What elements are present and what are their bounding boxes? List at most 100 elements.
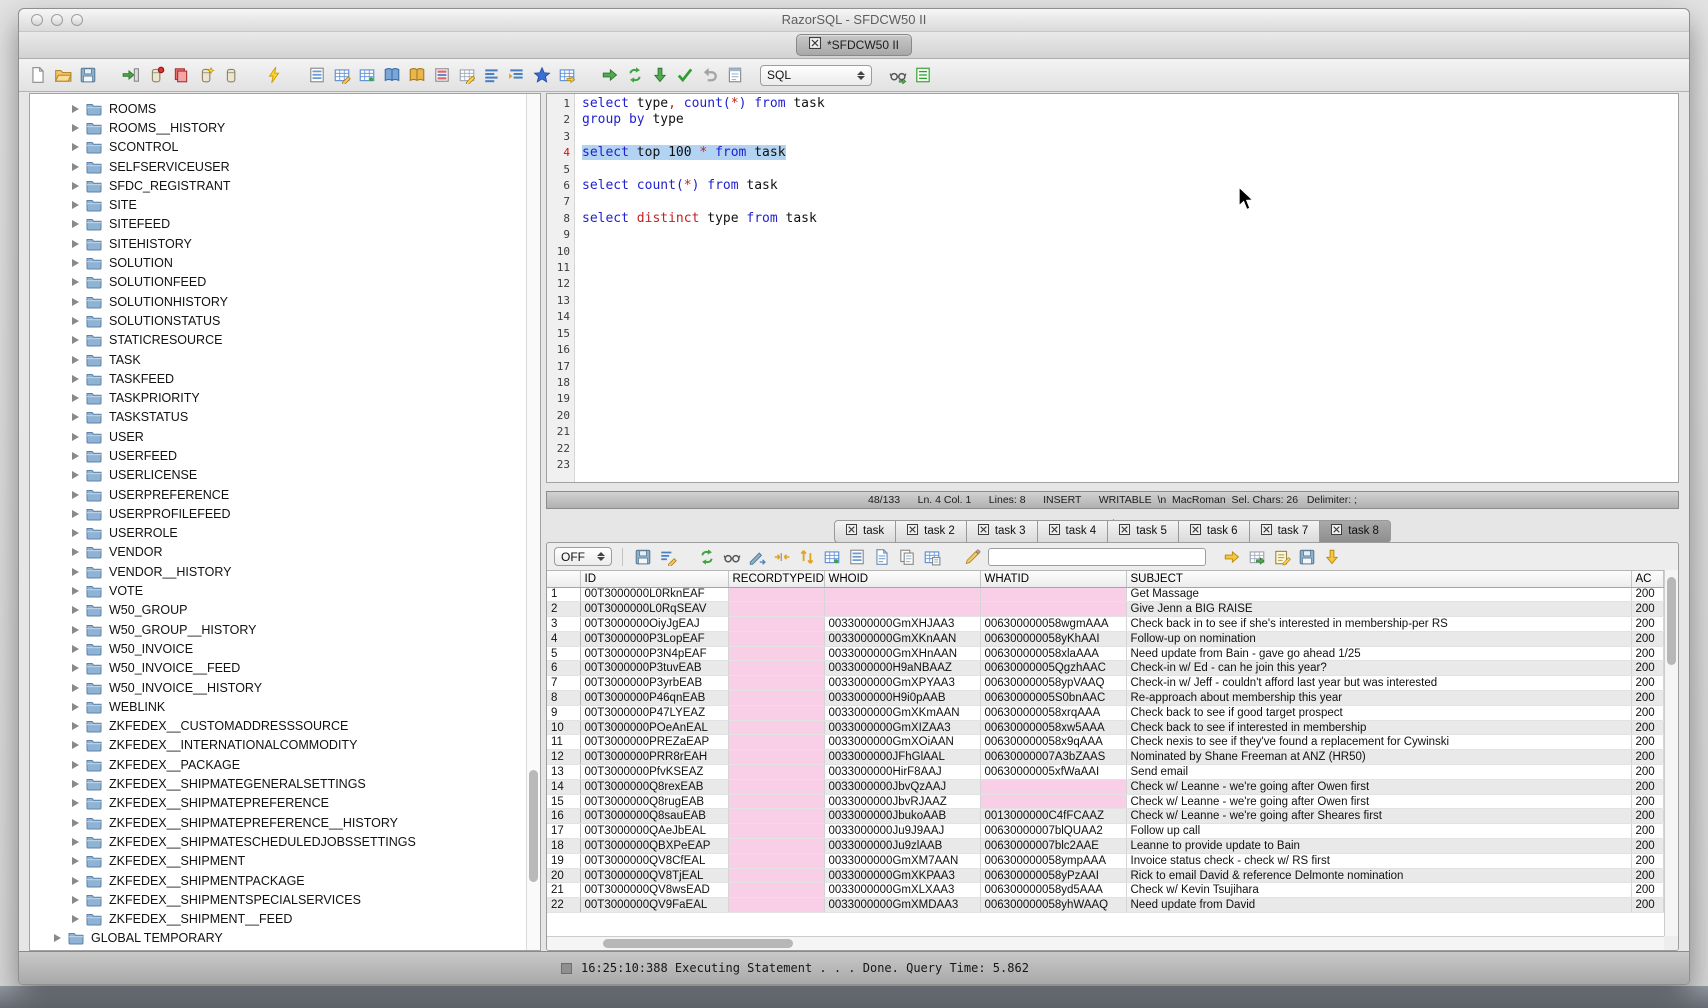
expand-triangle-icon[interactable] bbox=[72, 298, 79, 306]
table-row[interactable]: 700T3000000P3yrbEAB0033000000GmXPYAA3006… bbox=[547, 676, 1664, 691]
cell-subject[interactable]: Re-approach about membership this year bbox=[1126, 691, 1631, 706]
column-header-id[interactable]: ID bbox=[580, 571, 728, 587]
cell-id[interactable]: 00T3000000OiyJgEAJ bbox=[580, 617, 728, 632]
cell-whatid[interactable]: 006300000058yKhAAI bbox=[980, 631, 1126, 646]
table-row[interactable]: 1200T3000000PRR8rEAH0033000000JFhGlAAL00… bbox=[547, 750, 1664, 765]
cell-recordtypeid[interactable] bbox=[728, 631, 824, 646]
sql-editor[interactable]: 1234567891011121314151617181920212223 se… bbox=[546, 93, 1679, 483]
table-row[interactable]: 2200T3000000QV9FaEAL0033000000GmXMDAA300… bbox=[547, 898, 1664, 913]
cell-recordtypeid[interactable] bbox=[728, 794, 824, 809]
expand-triangle-icon[interactable] bbox=[72, 201, 79, 209]
format-indent-icon[interactable] bbox=[507, 66, 526, 85]
table-row[interactable]: 800T3000000P46qnEAB0033000000H9i0pAAB006… bbox=[547, 691, 1664, 706]
expand-triangle-icon[interactable] bbox=[54, 934, 61, 942]
expand-triangle-icon[interactable] bbox=[72, 336, 79, 344]
code-line[interactable] bbox=[582, 293, 1678, 309]
expand-triangle-icon[interactable] bbox=[72, 877, 79, 885]
code-line[interactable] bbox=[582, 441, 1678, 457]
save-icon[interactable] bbox=[78, 66, 97, 85]
cell-ac[interactable]: 200 bbox=[1631, 853, 1664, 868]
editor-code-area[interactable]: select type, count(*) from taskgroup by … bbox=[575, 94, 1678, 482]
merge-arrows-icon[interactable] bbox=[772, 547, 791, 566]
cell-whatid[interactable]: 006300000058yhWAAQ bbox=[980, 898, 1126, 913]
cell-whatid[interactable]: 0013000000C4fFCAAZ bbox=[980, 809, 1126, 824]
expand-triangle-icon[interactable] bbox=[72, 471, 79, 479]
cell-id[interactable]: 00T3000000P3yrbEAB bbox=[580, 676, 728, 691]
expand-triangle-icon[interactable] bbox=[72, 240, 79, 248]
cell-id[interactable]: 00T3000000QBXPeEAP bbox=[580, 839, 728, 854]
refresh-icon[interactable] bbox=[697, 547, 716, 566]
cell-subject[interactable]: Check back in to see if she's interested… bbox=[1126, 617, 1631, 632]
cell-whoid[interactable]: 0033000000JbukoAAB bbox=[824, 809, 980, 824]
tree-item-taskpriority[interactable]: TASKPRIORITY bbox=[30, 388, 540, 407]
cell-ac[interactable]: 200 bbox=[1631, 602, 1664, 617]
table-row[interactable]: 900T3000000P47LYEAZ0033000000GmXKmAAN006… bbox=[547, 705, 1664, 720]
code-line[interactable] bbox=[582, 162, 1678, 178]
switch-arrows-icon[interactable] bbox=[625, 66, 644, 85]
code-line[interactable] bbox=[582, 342, 1678, 358]
expand-triangle-icon[interactable] bbox=[72, 703, 79, 711]
table-row[interactable]: 1000T3000000POeAnEAL0033000000GmXIZAA300… bbox=[547, 720, 1664, 735]
code-line[interactable]: select top 100 * from task bbox=[582, 145, 1678, 161]
save-export-icon[interactable] bbox=[1297, 547, 1316, 566]
cell-ac[interactable]: 200 bbox=[1631, 617, 1664, 632]
table-row[interactable]: 500T3000000P3N4pEAF0033000000GmXHnAAN006… bbox=[547, 646, 1664, 661]
column-header-recordtypeid[interactable]: RECORDTYPEID bbox=[728, 571, 824, 587]
result-tab-task-4[interactable]: task 4 bbox=[1038, 520, 1109, 543]
tree-item-staticresource[interactable]: STATICRESOURCE bbox=[30, 331, 540, 350]
cell-subject[interactable]: Check w/ Leanne - we're going after Shea… bbox=[1126, 809, 1631, 824]
expand-triangle-icon[interactable] bbox=[72, 278, 79, 286]
expand-triangle-icon[interactable] bbox=[72, 394, 79, 402]
cell-subject[interactable]: Check w/ Kevin Tsujihara bbox=[1126, 883, 1631, 898]
cell-num[interactable]: 19 bbox=[547, 853, 580, 868]
close-tab-icon[interactable] bbox=[1261, 524, 1272, 538]
result-tab-task-2[interactable]: task 2 bbox=[896, 520, 967, 543]
cell-recordtypeid[interactable] bbox=[728, 705, 824, 720]
cell-whoid[interactable]: 0033000000GmXLXAA3 bbox=[824, 883, 980, 898]
table-refresh-icon[interactable] bbox=[822, 547, 841, 566]
cell-whoid[interactable]: 0033000000Ju9zlAAB bbox=[824, 839, 980, 854]
expand-triangle-icon[interactable] bbox=[72, 259, 79, 267]
cell-whoid[interactable]: 0033000000GmXKmAAN bbox=[824, 705, 980, 720]
cell-recordtypeid[interactable] bbox=[728, 720, 824, 735]
results-search-input[interactable] bbox=[988, 548, 1206, 566]
expand-triangle-icon[interactable] bbox=[72, 780, 79, 788]
cell-recordtypeid[interactable] bbox=[728, 779, 824, 794]
table-row[interactable]: 300T3000000OiyJgEAJ0033000000GmXHJAA3006… bbox=[547, 617, 1664, 632]
cell-whoid[interactable]: 0033000000JbvRJAAZ bbox=[824, 794, 980, 809]
cell-whatid[interactable] bbox=[980, 602, 1126, 617]
tree-item-w50-invoice-history[interactable]: W50_INVOICE__HISTORY bbox=[30, 678, 540, 697]
cell-recordtypeid[interactable] bbox=[728, 898, 824, 913]
tree-item-solutionstatus[interactable]: SOLUTIONSTATUS bbox=[30, 311, 540, 330]
cell-num[interactable]: 13 bbox=[547, 765, 580, 780]
cell-id[interactable]: 00T3000000P3tuvEAB bbox=[580, 661, 728, 676]
expand-triangle-icon[interactable] bbox=[72, 645, 79, 653]
row-limit-select[interactable]: OFF bbox=[554, 547, 612, 566]
cell-subject[interactable]: Follow up call bbox=[1126, 824, 1631, 839]
code-line[interactable]: select type, count(*) from task bbox=[582, 96, 1678, 112]
cell-whoid[interactable]: 0033000000GmXHJAA3 bbox=[824, 617, 980, 632]
cell-recordtypeid[interactable] bbox=[728, 735, 824, 750]
table-row[interactable]: 200T3000000L0RqSEAVGive Jenn a BIG RAISE… bbox=[547, 602, 1664, 617]
tree-item-vote[interactable]: VOTE bbox=[30, 581, 540, 600]
tree-item-userpreference[interactable]: USERPREFERENCE bbox=[30, 485, 540, 504]
cell-subject[interactable]: Invoice status check - check w/ RS first bbox=[1126, 853, 1631, 868]
expand-triangle-icon[interactable] bbox=[72, 722, 79, 730]
cell-whatid[interactable]: 006300000058xlaAAA bbox=[980, 646, 1126, 661]
execute-script-icon[interactable] bbox=[913, 66, 932, 85]
tree-item-w50-invoice-feed[interactable]: W50_INVOICE__FEED bbox=[30, 659, 540, 678]
tree-item-view[interactable]: VIEW bbox=[30, 948, 540, 950]
cell-ac[interactable]: 200 bbox=[1631, 720, 1664, 735]
cell-ac[interactable]: 200 bbox=[1631, 735, 1664, 750]
tree-item-site[interactable]: SITE bbox=[30, 195, 540, 214]
cell-recordtypeid[interactable] bbox=[728, 676, 824, 691]
expand-triangle-icon[interactable] bbox=[72, 375, 79, 383]
cell-whoid[interactable]: 0033000000GmXKnAAN bbox=[824, 631, 980, 646]
duplicate-table-icon[interactable] bbox=[922, 547, 941, 566]
tree-item-vendor-history[interactable]: VENDOR__HISTORY bbox=[30, 562, 540, 581]
results-horizontal-scrollbar[interactable] bbox=[547, 936, 1664, 950]
cell-id[interactable]: 00T3000000Q8rexEAB bbox=[580, 779, 728, 794]
code-line[interactable]: group by type bbox=[582, 112, 1678, 128]
cell-whatid[interactable]: 00630000007blc2AAE bbox=[980, 839, 1126, 854]
cell-whatid[interactable]: 00630000007A3bZAAS bbox=[980, 750, 1126, 765]
